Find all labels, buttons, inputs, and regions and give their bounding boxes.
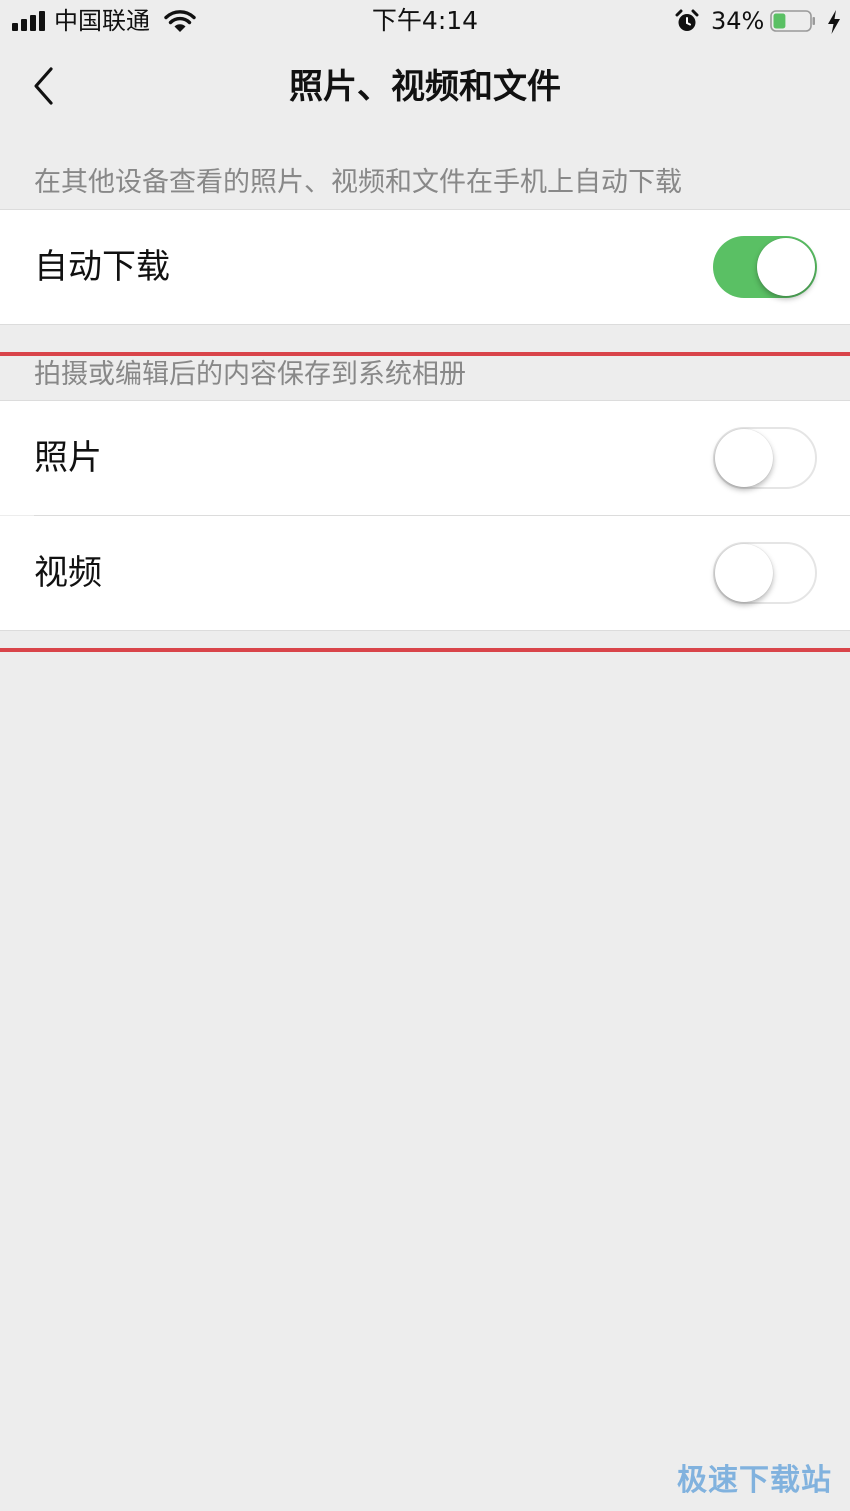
highlight-line-top bbox=[0, 352, 850, 356]
switch-knob bbox=[757, 238, 815, 296]
photo-label: 照片 bbox=[34, 438, 102, 478]
cell-auto-download[interactable]: 自动下载 bbox=[0, 210, 850, 324]
alarm-icon bbox=[675, 9, 699, 31]
highlight-line-bottom bbox=[0, 648, 850, 652]
charging-bolt-icon bbox=[828, 10, 840, 34]
watermark: 极速下载站 bbox=[677, 1463, 832, 1498]
photo-switch[interactable] bbox=[713, 427, 817, 489]
switch-knob bbox=[715, 544, 773, 602]
battery-icon bbox=[770, 10, 815, 32]
section-header-save-album: 拍摄或编辑后的内容保存到系统相册 bbox=[34, 359, 466, 390]
navigation-bar: 照片、视频和文件 bbox=[0, 44, 850, 134]
divider bbox=[0, 630, 850, 631]
auto-download-label: 自动下载 bbox=[34, 247, 170, 287]
auto-download-switch[interactable] bbox=[713, 236, 817, 298]
page-title: 照片、视频和文件 bbox=[289, 67, 561, 107]
video-label: 视频 bbox=[34, 553, 102, 593]
switch-knob bbox=[715, 429, 773, 487]
status-bar: 中国联通 下午4:14 34% bbox=[0, 0, 850, 44]
battery-percent: 34% bbox=[711, 7, 765, 35]
cell-photo[interactable]: 照片 bbox=[0, 401, 850, 515]
divider bbox=[0, 324, 850, 325]
cell-video[interactable]: 视频 bbox=[0, 516, 850, 630]
section-header-auto-download: 在其他设备查看的照片、视频和文件在手机上自动下载 bbox=[34, 167, 682, 198]
video-switch[interactable] bbox=[713, 542, 817, 604]
